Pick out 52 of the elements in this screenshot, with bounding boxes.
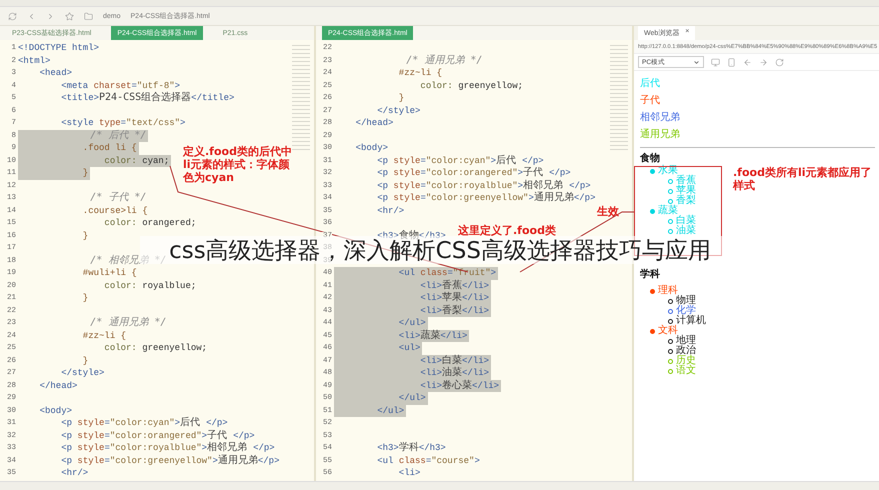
bullet-icon (668, 338, 673, 344)
annotation-text: 定义.food类的后代中li元素的样式：字体颜色为cyan (183, 145, 293, 184)
refresh-icon[interactable] (8, 12, 17, 20)
page-paragraph: 通用兄弟 (640, 128, 681, 142)
list-item: 地理 (676, 336, 696, 346)
bullet-icon (668, 198, 673, 204)
back-icon[interactable] (743, 58, 752, 66)
bullet-icon (668, 318, 673, 324)
annotation-text: 这里定义了.food类 (458, 224, 556, 237)
page-heading: 学科 (640, 268, 661, 282)
bullet-icon (668, 308, 673, 314)
bullet-icon (668, 298, 673, 304)
bullet-icon (668, 358, 673, 364)
list-item: 苹果 (676, 186, 696, 196)
page-paragraph: 相邻兄弟 (640, 110, 681, 125)
bullet-icon (668, 188, 673, 194)
list-item: 理科 (658, 286, 678, 296)
bullet-icon (668, 178, 673, 184)
folder-icon (84, 12, 93, 20)
forward-icon[interactable] (46, 12, 55, 20)
list-item: 文科 (658, 326, 678, 336)
list-item: 物理 (676, 296, 696, 306)
bullet-icon (650, 168, 655, 174)
bullet-icon (668, 348, 673, 354)
bullet-icon (668, 218, 673, 224)
page-heading: 食物 (640, 152, 661, 164)
bullet-icon (650, 288, 655, 294)
list-item: 香梨 (676, 196, 696, 206)
annotation-text: 生效 (597, 205, 619, 218)
list-item: 历史 (676, 356, 696, 366)
back-icon[interactable] (27, 12, 36, 20)
annotation-text: .food类所有li元素都应用了样式 (733, 166, 872, 192)
list-item: 油菜 (676, 226, 696, 236)
phone-icon[interactable] (727, 58, 736, 66)
page-paragraph: 后代 (640, 76, 661, 91)
list-item: 蔬菜 (658, 206, 678, 216)
bullet-icon (668, 228, 673, 234)
bullet-icon (650, 328, 655, 334)
forward-icon[interactable] (759, 58, 768, 66)
list-item: 白菜 (676, 216, 696, 226)
monitor-icon[interactable] (711, 58, 720, 66)
bullet-icon (650, 208, 655, 214)
reload-icon[interactable] (775, 58, 784, 66)
caret-icon (693, 58, 700, 66)
list-item: 化学 (676, 306, 696, 316)
list-item: 政治 (676, 346, 696, 356)
page-paragraph: 子代 (640, 94, 661, 108)
star-icon[interactable] (65, 12, 74, 20)
list-item: 计算机 (676, 316, 706, 326)
bullet-icon (668, 368, 673, 374)
list-item: 语文 (676, 366, 696, 376)
list-item: 香蕉 (676, 176, 696, 186)
